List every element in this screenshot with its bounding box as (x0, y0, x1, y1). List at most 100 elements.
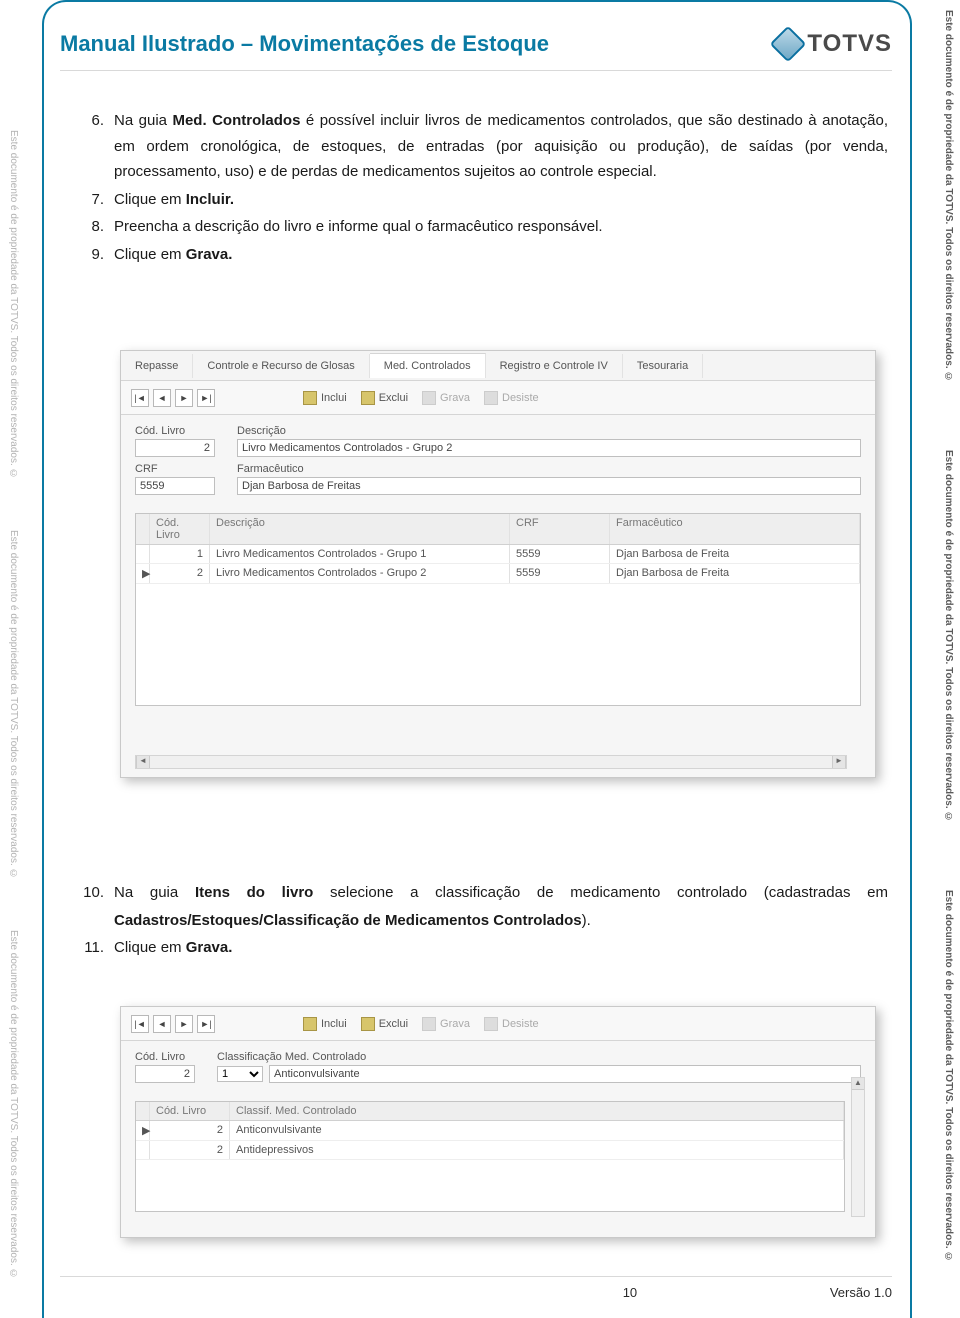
cell: 2 (150, 564, 210, 583)
cod-livro-input[interactable] (135, 439, 215, 457)
classif-select[interactable]: 1 (217, 1066, 263, 1082)
screenshot-med-controlados: Repasse Controle e Recurso de Glosas Med… (120, 350, 876, 778)
grava-button[interactable]: Grava (422, 391, 470, 405)
nav-next-icon[interactable]: ► (175, 1015, 193, 1033)
label: Grava (440, 1018, 470, 1030)
nav-first-icon[interactable]: |◄ (131, 1015, 149, 1033)
cell: Djan Barbosa de Freita (610, 545, 860, 563)
header: Manual Ilustrado – Movimentações de Esto… (60, 30, 892, 58)
cell: 2 (150, 1141, 230, 1159)
label: Inclui (321, 1018, 347, 1030)
desiste-button[interactable]: Desiste (484, 391, 539, 405)
label: Grava (440, 392, 470, 404)
farmaceutico-label: Farmacêutico (237, 463, 861, 475)
grava-icon (422, 391, 436, 405)
item-number: 8. (80, 214, 114, 240)
horizontal-scrollbar[interactable]: ◄ ► (135, 755, 847, 769)
form: Cód. Livro Classificação Med. Controlado… (121, 1041, 875, 1095)
scroll-up-icon[interactable]: ▲ (852, 1078, 864, 1090)
cell: 5559 (510, 545, 610, 563)
crf-input[interactable] (135, 477, 215, 495)
nav-prev-icon[interactable]: ◄ (153, 1015, 171, 1033)
desiste-icon (484, 391, 498, 405)
label: Inclui (321, 392, 347, 404)
cod-livro-input[interactable] (135, 1065, 195, 1083)
crf-label: CRF (135, 463, 215, 475)
record-nav: |◄ ◄ ► ►| (131, 389, 215, 407)
watermark-right: Este documento é de propriedade da TOTVS… (943, 450, 954, 822)
list-item-cont: Cadastros/Estoques/Classificação de Medi… (80, 908, 888, 934)
item-text: Clique em Grava. (114, 242, 888, 268)
item-number: 7. (80, 187, 114, 213)
exclui-button[interactable]: Exclui (361, 391, 408, 405)
totvs-logo-icon (770, 26, 807, 63)
table-row[interactable]: 1 Livro Medicamentos Controlados - Grupo… (136, 545, 860, 564)
tab-glosas[interactable]: Controle e Recurso de Glosas (193, 354, 369, 378)
tab-bar: Repasse Controle e Recurso de Glosas Med… (121, 351, 875, 381)
exclui-button[interactable]: Exclui (361, 1017, 408, 1031)
list-item: 11. Clique em Grava. (80, 935, 888, 961)
table-row[interactable]: ▶ 2 Anticonvulsivante (136, 1121, 844, 1141)
list-item: 7. Clique em Incluir. (80, 187, 888, 213)
watermark-left: Este documento é de propriedade da TOTVS… (8, 530, 19, 880)
col-classif: Classif. Med. Controlado (230, 1102, 844, 1120)
screenshot-itens-livro: |◄ ◄ ► ►| Inclui Exclui Grava Desiste Có… (120, 1006, 876, 1238)
nav-first-icon[interactable]: |◄ (131, 389, 149, 407)
label: Desiste (502, 392, 539, 404)
vertical-scrollbar[interactable]: ▲ (851, 1077, 865, 1217)
list-item: 10. Na guia Itens do livro selecione a c… (80, 880, 888, 906)
col-descricao: Descrição (210, 514, 510, 544)
list-item: 8. Preencha a descrição do livro e infor… (80, 214, 888, 240)
watermark-right: Este documento é de propriedade da TOTVS… (943, 890, 954, 1262)
page-number: 10 (623, 1285, 637, 1300)
cod-livro-label: Cód. Livro (135, 1051, 195, 1063)
grava-icon (422, 1017, 436, 1031)
scroll-left-icon[interactable]: ◄ (136, 756, 150, 768)
exclui-icon (361, 1017, 375, 1031)
nav-last-icon[interactable]: ►| (197, 389, 215, 407)
classif-label: Classificação Med. Controlado (217, 1051, 861, 1063)
table-row[interactable]: 2 Antidepressivos (136, 1141, 844, 1160)
tab-registro-iv[interactable]: Registro e Controle IV (486, 354, 623, 378)
cell: Livro Medicamentos Controlados - Grupo 1 (210, 545, 510, 563)
list-item: 9. Clique em Grava. (80, 242, 888, 268)
descricao-input[interactable] (237, 439, 861, 457)
inclui-button[interactable]: Inclui (303, 391, 347, 405)
item-number: 9. (80, 242, 114, 268)
grid-classificacao: Cód. Livro Classif. Med. Controlado ▶ 2 … (135, 1101, 845, 1212)
current-row-marker-icon: ▶ (136, 1121, 150, 1140)
nav-prev-icon[interactable]: ◄ (153, 389, 171, 407)
nav-next-icon[interactable]: ► (175, 389, 193, 407)
footer: 10 Versão 1.0 (60, 1276, 892, 1300)
tab-tesouraria[interactable]: Tesouraria (623, 354, 703, 378)
tab-med-controlados[interactable]: Med. Controlados (370, 353, 486, 378)
grid-livros: Cód. Livro Descrição CRF Farmacêutico 1 … (135, 513, 861, 706)
farmaceutico-input[interactable] (237, 477, 861, 495)
label: Desiste (502, 1018, 539, 1030)
col-farmaceutico: Farmacêutico (610, 514, 860, 544)
item-number: 11. (80, 935, 114, 961)
desiste-icon (484, 1017, 498, 1031)
cell: 5559 (510, 564, 610, 583)
item-text: Cadastros/Estoques/Classificação de Medi… (114, 908, 888, 934)
record-nav: |◄ ◄ ► ►| (131, 1015, 215, 1033)
exclui-icon (361, 391, 375, 405)
header-divider (60, 70, 892, 71)
item-number: 10. (80, 880, 114, 906)
cell: Antidepressivos (230, 1141, 844, 1159)
grid-header: Cód. Livro Classif. Med. Controlado (136, 1102, 844, 1121)
tab-repasse[interactable]: Repasse (121, 354, 193, 378)
classif-text-input[interactable] (269, 1065, 861, 1083)
col-cod-livro: Cód. Livro (150, 514, 210, 544)
watermark-left: Este documento é de propriedade da TOTVS… (8, 130, 19, 480)
scroll-right-icon[interactable]: ► (832, 756, 846, 768)
inclui-button[interactable]: Inclui (303, 1017, 347, 1031)
grava-button[interactable]: Grava (422, 1017, 470, 1031)
table-row[interactable]: ▶ 2 Livro Medicamentos Controlados - Gru… (136, 564, 860, 584)
watermark-right: Este documento é de propriedade da TOTVS… (943, 10, 954, 382)
desiste-button[interactable]: Desiste (484, 1017, 539, 1031)
current-row-marker-icon: ▶ (136, 564, 150, 583)
nav-last-icon[interactable]: ►| (197, 1015, 215, 1033)
item-number: 6. (80, 108, 114, 185)
page-title: Manual Ilustrado – Movimentações de Esto… (60, 31, 549, 57)
